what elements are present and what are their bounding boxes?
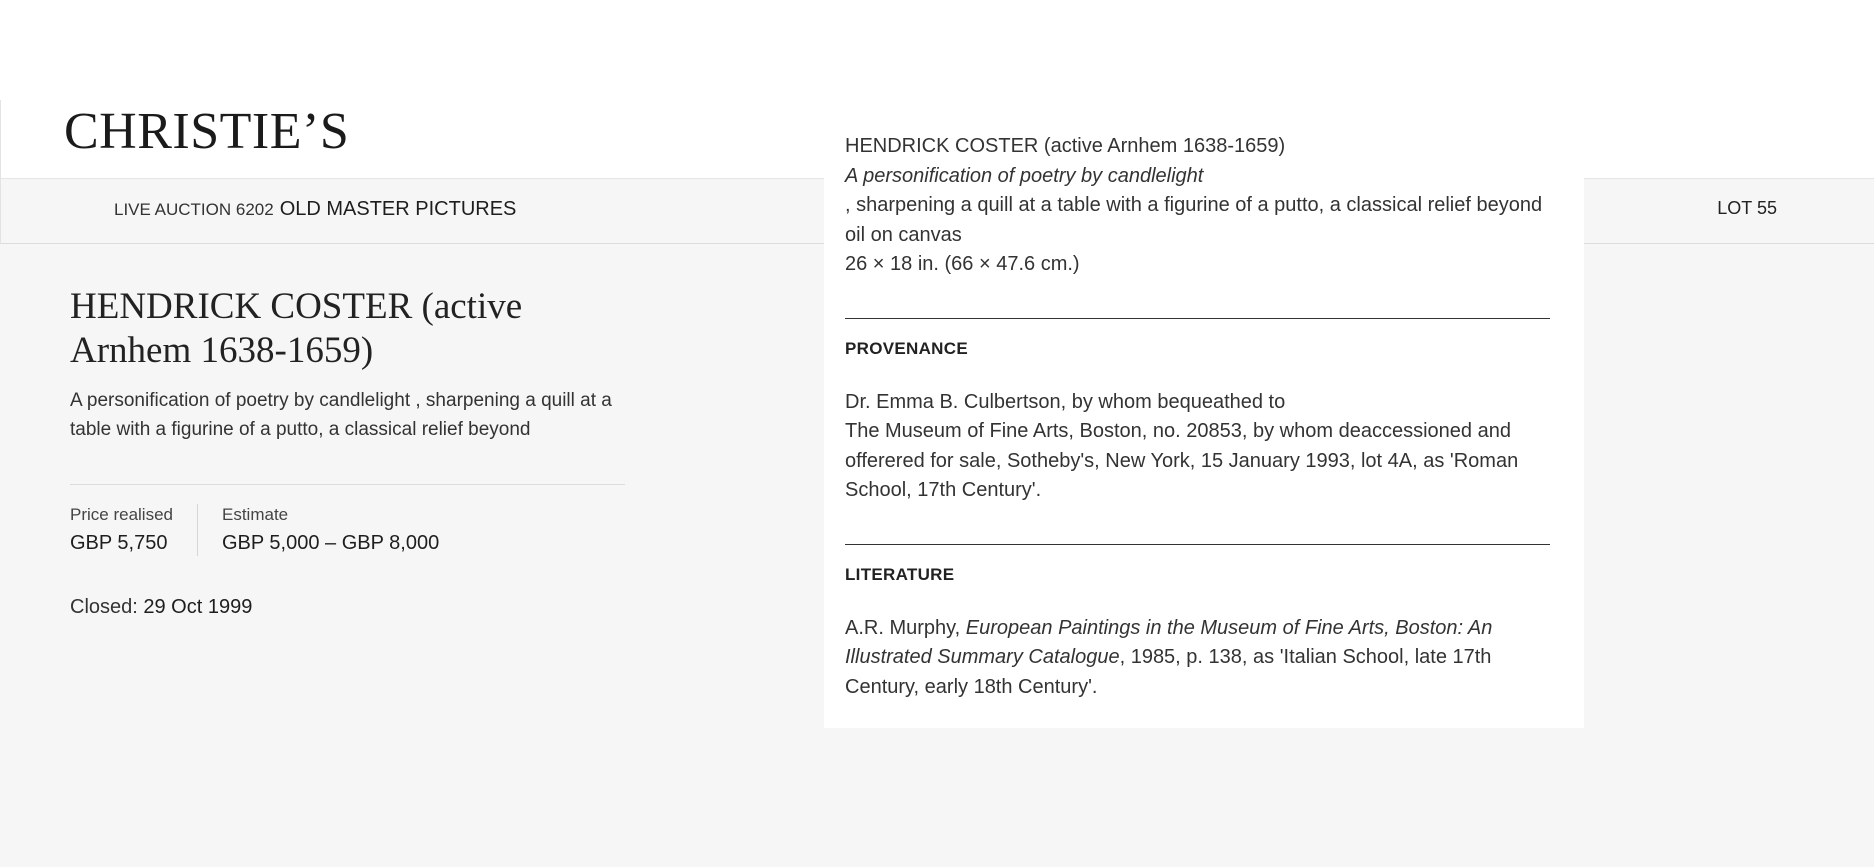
price-row: Price realised GBP 5,750 Estimate GBP 5,… bbox=[70, 504, 625, 556]
details-medium: oil on canvas bbox=[845, 223, 962, 246]
closed-label: Closed: bbox=[70, 596, 138, 618]
sale-title-link[interactable]: OLD MASTER PICTURES bbox=[280, 198, 517, 221]
literature-divider bbox=[845, 543, 1550, 545]
closed-info: Closed: 29 Oct 1999 bbox=[70, 596, 625, 619]
price-realised-label: Price realised bbox=[70, 505, 173, 524]
provenance-divider bbox=[845, 317, 1550, 319]
literature-heading: LITERATURE bbox=[845, 564, 955, 584]
details-dimensions: 26 × 18 in. (66 × 47.6 cm.) bbox=[845, 253, 1080, 275]
details-title-italic: A personification of poetry by candlelig… bbox=[845, 164, 1204, 187]
estimate: Estimate GBP 5,000 – GBP 8,000 bbox=[198, 504, 439, 556]
price-realised: Price realised GBP 5,750 bbox=[70, 504, 198, 556]
lot-summary: HENDRICK COSTER (active Arnhem 1638-1659… bbox=[70, 285, 625, 619]
estimate-label: Estimate bbox=[222, 505, 289, 524]
artwork-subtitle: A personification of poetry by candlelig… bbox=[70, 390, 612, 440]
closed-date: 29 Oct 1999 bbox=[143, 596, 253, 618]
sale-info: LIVE AUCTION 6202 OLD MASTER PICTURES bbox=[114, 198, 516, 221]
lot-number: LOT 55 bbox=[1717, 198, 1777, 218]
provenance-line-1: Dr. Emma B. Culbertson, by whom bequeath… bbox=[845, 390, 1286, 413]
artist-title: HENDRICK COSTER (active Arnhem 1638-1659… bbox=[70, 286, 523, 371]
top-blank-area bbox=[0, 0, 1874, 100]
details-title-rest: , sharpening a quill at a table with a f… bbox=[845, 194, 1543, 216]
literature-author: A.R. Murphy, bbox=[845, 616, 966, 639]
details-artist-line: HENDRICK COSTER (active Arnhem 1638-1659… bbox=[845, 135, 1286, 157]
lot-details-panel: HENDRICK COSTER (active Arnhem 1638-1659… bbox=[824, 124, 1584, 728]
summary-divider bbox=[70, 484, 625, 485]
literature-body: A.R. Murphy, European Paintings in the M… bbox=[845, 614, 1550, 703]
provenance-heading: PROVENANCE bbox=[845, 338, 968, 358]
provenance-body: Dr. Emma B. Culbertson, by whom bequeath… bbox=[845, 388, 1550, 506]
provenance-line-2: The Museum of Fine Arts, Boston, no. 208… bbox=[845, 420, 1519, 501]
sale-type-label: LIVE AUCTION 6202 bbox=[114, 200, 274, 219]
estimate-value: GBP 5,000 – GBP 8,000 bbox=[222, 532, 440, 554]
literature-entry: A.R. Murphy, European Paintings in the M… bbox=[845, 614, 1550, 703]
price-realised-value: GBP 5,750 bbox=[70, 532, 168, 554]
christies-logo[interactable]: CHRISTIE’S bbox=[64, 106, 349, 158]
